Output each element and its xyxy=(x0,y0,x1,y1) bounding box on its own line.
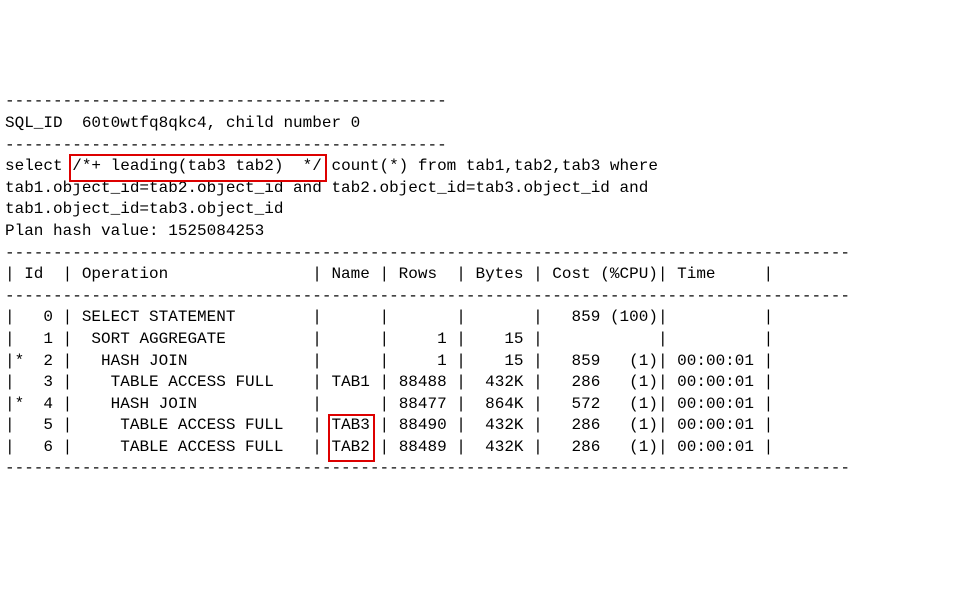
plan-row: |* 4 | HASH JOIN | | 88477 | 864K | 572 … xyxy=(5,394,968,416)
row-bytes: 432K xyxy=(476,416,524,434)
row-op: TABLE ACCESS FULL xyxy=(82,373,312,391)
row-star xyxy=(15,416,25,434)
row-bytes: 864K xyxy=(476,395,524,413)
table-sep-line: ----------------------------------------… xyxy=(5,244,850,262)
plan-row: | 0 | SELECT STATEMENT | | | | 859 (100)… xyxy=(5,307,968,329)
sql-hint: /*+ leading(tab3 tab2) */ xyxy=(72,156,322,178)
table-header: | Id | Operation | Name | Rows | Bytes |… xyxy=(5,265,773,283)
row-op: TABLE ACCESS FULL xyxy=(82,416,312,434)
row-name xyxy=(331,352,369,370)
row-id: 5 | xyxy=(24,416,82,434)
sql-rest: count(*) from tab1,tab2,tab3 where xyxy=(322,157,658,175)
row-id: 0 | xyxy=(24,308,82,326)
row-star: * xyxy=(15,352,25,370)
row-name xyxy=(331,308,369,326)
row-star xyxy=(15,330,25,348)
row-bytes: 432K xyxy=(476,373,524,391)
row-op: HASH JOIN xyxy=(82,352,312,370)
sep-line: ----------------------------------------… xyxy=(5,136,447,154)
row-time: 00:00:01 xyxy=(677,373,754,391)
row-rows: 88490 xyxy=(399,416,447,434)
row-name: TAB2 xyxy=(331,437,369,459)
row-bytes: 432K xyxy=(476,438,524,456)
row-rows xyxy=(399,308,447,326)
row-rows: 88488 xyxy=(399,373,447,391)
sql-select: select xyxy=(5,157,72,175)
row-star: * xyxy=(15,395,25,413)
row-bytes xyxy=(476,308,524,326)
row-time xyxy=(677,330,754,348)
row-time xyxy=(677,308,754,326)
row-cost: 859 (1) xyxy=(552,352,658,370)
row-cost xyxy=(552,330,658,348)
table-sep-line: ----------------------------------------… xyxy=(5,459,850,477)
row-rows: 88477 xyxy=(399,395,447,413)
row-time: 00:00:01 xyxy=(677,438,754,456)
row-op: HASH JOIN xyxy=(82,395,312,413)
row-cost: 286 (1) xyxy=(552,373,658,391)
row-bytes: 15 xyxy=(476,352,524,370)
row-name xyxy=(331,330,369,348)
row-name: TAB3 xyxy=(331,415,369,437)
sql-plan-output: ----------------------------------------… xyxy=(5,91,968,480)
row-id: 2 | xyxy=(24,352,82,370)
row-star xyxy=(15,308,25,326)
row-bytes: 15 xyxy=(476,330,524,348)
row-rows: 1 xyxy=(399,352,447,370)
row-id: 3 | xyxy=(24,373,82,391)
row-cost: 286 (1) xyxy=(552,438,658,456)
row-cost: 859 (100) xyxy=(552,308,658,326)
row-rows: 1 xyxy=(399,330,447,348)
row-time: 00:00:01 xyxy=(677,395,754,413)
row-time: 00:00:01 xyxy=(677,352,754,370)
plan-row: | 1 | SORT AGGREGATE | | 1 | 15 | | | xyxy=(5,329,968,351)
sql-id-line: SQL_ID 60t0wtfq8qkc4, child number 0 xyxy=(5,114,360,132)
sep-line: ----------------------------------------… xyxy=(5,92,447,110)
row-id: 6 | xyxy=(24,438,82,456)
plan-hash: Plan hash value: 1525084253 xyxy=(5,222,264,240)
row-star xyxy=(15,438,25,456)
row-cost: 286 (1) xyxy=(552,416,658,434)
row-star xyxy=(15,373,25,391)
plan-row: | 3 | TABLE ACCESS FULL | TAB1 | 88488 |… xyxy=(5,372,968,394)
row-name: TAB1 xyxy=(331,373,369,391)
table-sep-line: ----------------------------------------… xyxy=(5,287,850,305)
row-op: SORT AGGREGATE xyxy=(82,330,312,348)
plan-row: | 6 | TABLE ACCESS FULL | TAB2 | 88489 |… xyxy=(5,437,968,459)
row-id: 4 | xyxy=(24,395,82,413)
sql-line: tab1.object_id=tab2.object_id and tab2.o… xyxy=(5,179,648,197)
plan-row: |* 2 | HASH JOIN | | 1 | 15 | 859 (1)| 0… xyxy=(5,351,968,373)
row-cost: 572 (1) xyxy=(552,395,658,413)
row-time: 00:00:01 xyxy=(677,416,754,434)
row-name xyxy=(331,395,369,413)
row-op: TABLE ACCESS FULL xyxy=(82,438,312,456)
row-rows: 88489 xyxy=(399,438,447,456)
plan-row: | 5 | TABLE ACCESS FULL | TAB3 | 88490 |… xyxy=(5,415,968,437)
sql-line: tab1.object_id=tab3.object_id xyxy=(5,200,283,218)
row-id: 1 | xyxy=(24,330,82,348)
row-op: SELECT STATEMENT xyxy=(82,308,312,326)
